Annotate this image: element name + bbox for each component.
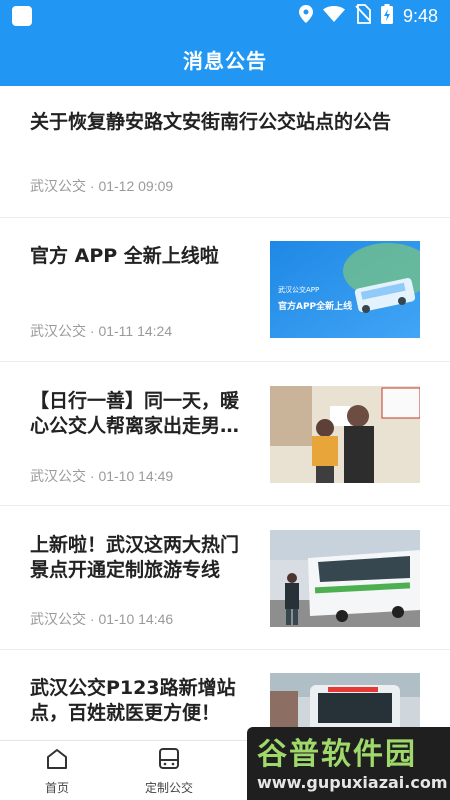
app-bar: 消息公告	[0, 32, 450, 86]
status-bar: 9:48	[0, 0, 450, 32]
watermark-logo: 谷普软件园 www.gupuxiazai.com	[247, 727, 450, 800]
wifi-icon	[322, 6, 345, 26]
watermark-url: www.gupuxiazai.com	[257, 773, 448, 792]
news-list[interactable]: 关于恢复静安路文安街南行公交站点的公告 武汉公交 · 01-12 09:09 官…	[0, 86, 450, 740]
news-meta: 武汉公交 · 01-11 14:24	[30, 323, 173, 339]
nav-item-custom-bus[interactable]: 定制公交	[129, 747, 209, 796]
news-meta: 武汉公交 · 01-10 14:46	[30, 611, 174, 627]
news-item[interactable]: 官方 APP 全新上线啦 武汉公交 · 01-11 14:24 武汉公交APP …	[0, 218, 450, 362]
news-meta: 武汉公交 · 01-12 09:09	[30, 178, 174, 194]
news-item[interactable]: 【日行一善】同一天，暖心公交人帮离家出走男… 武汉公交 · 01-10 14:4…	[0, 362, 450, 506]
news-title: 【日行一善】同一天，暖心公交人帮离家出走男…	[30, 390, 240, 437]
app-icon	[12, 6, 32, 26]
news-thumbnail: 武汉公交APP 官方APP全新上线	[270, 241, 420, 338]
status-time: 9:48	[402, 5, 438, 26]
news-title: 关于恢复静安路文安街南行公交站点的公告	[30, 111, 392, 133]
nav-label: 定制公交	[144, 781, 193, 795]
bus-icon	[157, 747, 181, 775]
battery-charging-icon	[380, 4, 393, 28]
news-meta: 武汉公交 · 01-10 14:49	[30, 468, 174, 484]
news-title: 上新啦！武汉这两大热门景点开通定制旅游专线	[30, 534, 240, 581]
news-title: 武汉公交P123路新增站点，百姓就医更方便！	[30, 677, 236, 724]
nav-label: 首页	[44, 781, 69, 795]
nav-item-home[interactable]: 首页	[17, 747, 97, 796]
no-sim-icon	[355, 4, 372, 28]
news-thumbnail	[270, 530, 420, 627]
thumb-caption-big: 官方APP全新上线	[278, 302, 353, 312]
thumb-caption-small: 武汉公交APP	[278, 286, 320, 294]
home-icon	[45, 747, 69, 775]
page-title: 消息公告	[183, 48, 267, 73]
news-item[interactable]: 上新啦！武汉这两大热门景点开通定制旅游专线 武汉公交 · 01-10 14:46	[0, 506, 450, 650]
news-thumbnail	[270, 386, 420, 483]
watermark-brand: 谷普软件园	[257, 737, 417, 772]
location-icon	[298, 5, 313, 27]
news-title: 官方 APP 全新上线啦	[30, 245, 219, 267]
news-item[interactable]: 关于恢复静安路文安街南行公交站点的公告 武汉公交 · 01-12 09:09	[0, 86, 450, 218]
